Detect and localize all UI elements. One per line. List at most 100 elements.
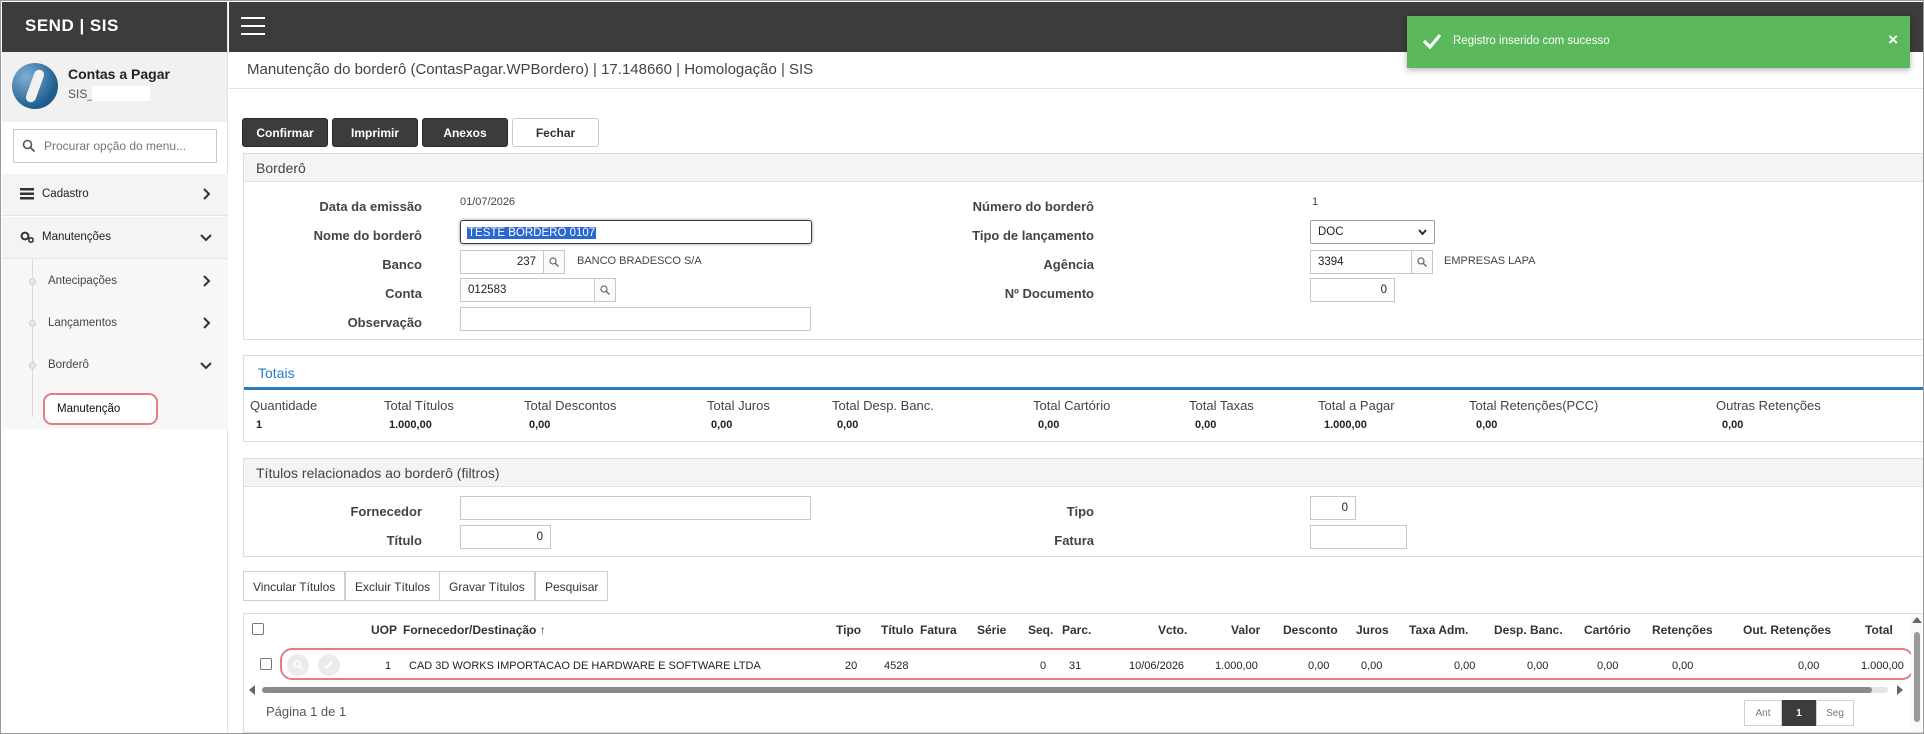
bullet-icon <box>29 362 36 369</box>
cogs-icon <box>20 231 34 243</box>
scroll-thumb[interactable] <box>262 687 1872 693</box>
view-row-button[interactable] <box>287 654 309 676</box>
pesquisar-button[interactable]: Pesquisar <box>535 571 609 601</box>
profile-sub: SIS_ <box>68 87 95 101</box>
scroll-right-icon[interactable] <box>1896 685 1904 695</box>
pager-current-page[interactable]: 1 <box>1782 700 1816 726</box>
scroll-thumb[interactable] <box>1914 632 1920 722</box>
horizontal-scrollbar[interactable] <box>248 684 1904 696</box>
numero-bordero-value: 1 <box>1312 196 1319 208</box>
titulo-input[interactable]: 0 <box>460 525 551 549</box>
vertical-scrollbar[interactable] <box>1911 614 1923 732</box>
total-value: 1 <box>256 419 263 431</box>
menu-search[interactable] <box>13 129 217 163</box>
menu-item-manutencoes[interactable]: Manutenções <box>2 217 228 259</box>
menu-search-input[interactable] <box>44 136 212 156</box>
numero-documento-input[interactable]: 0 <box>1310 278 1395 302</box>
pager-next-button[interactable]: Seg <box>1816 700 1854 726</box>
column-header[interactable]: Fatura <box>920 623 957 637</box>
submenu-label: Borderô <box>48 359 89 371</box>
edit-row-button[interactable] <box>318 654 340 676</box>
column-header[interactable]: Vcto. <box>1158 623 1187 637</box>
select-all-checkbox[interactable] <box>252 623 264 635</box>
chevron-down-icon <box>200 234 212 242</box>
scroll-left-icon[interactable] <box>248 685 256 695</box>
scroll-up-icon[interactable] <box>1912 616 1922 624</box>
total-label: Total Juros <box>707 398 770 413</box>
cell-desconto: 0,00 <box>1308 660 1330 672</box>
banco-codigo-input[interactable]: 237 <box>460 250 544 274</box>
total-value: 0,00 <box>711 419 733 431</box>
row-checkbox[interactable] <box>260 658 272 670</box>
menu-item-manutencao[interactable]: Manutenção <box>43 393 158 425</box>
excluir-titulos-button[interactable]: Excluir Títulos <box>345 571 441 601</box>
cell-taxa-adm: 0,00 <box>1454 660 1476 672</box>
column-header[interactable]: Tipo <box>836 623 861 637</box>
column-header[interactable]: Taxa Adm. <box>1409 623 1468 637</box>
tipo-input[interactable]: 0 <box>1310 496 1356 520</box>
observacao-input[interactable] <box>460 307 811 331</box>
fornecedor-input[interactable] <box>460 496 811 520</box>
tipo-lancamento-select[interactable]: DOC <box>1310 220 1435 244</box>
cell-total: 1.000,00 <box>1861 660 1904 672</box>
vincular-titulos-button[interactable]: Vincular Títulos <box>243 571 346 601</box>
grid-header: UOP Fornecedor/Destinação ↑ Tipo Título … <box>244 614 1923 644</box>
brand-logo[interactable]: SEND | SIS <box>2 2 227 52</box>
column-header[interactable]: Retenções <box>1652 623 1713 637</box>
cell-titulo: 4528 <box>884 660 909 672</box>
redacted-area <box>92 86 150 101</box>
column-header[interactable]: Parc. <box>1062 623 1091 637</box>
totais-tab[interactable]: Totais <box>244 356 1923 390</box>
column-header[interactable]: Cartório <box>1584 623 1631 637</box>
conta-lookup-button[interactable] <box>594 278 616 302</box>
anexos-button[interactable]: Anexos <box>422 118 508 147</box>
chevron-right-icon <box>203 275 211 287</box>
banco-lookup-button[interactable] <box>543 250 565 274</box>
column-header[interactable]: Desp. Banc. <box>1494 623 1563 637</box>
gravar-titulos-button[interactable]: Gravar Títulos <box>439 571 535 601</box>
search-icon <box>293 660 303 670</box>
submenu-item-bordero[interactable]: Borderô <box>2 351 228 381</box>
column-header[interactable]: Valor <box>1231 623 1260 637</box>
field-label: Tipo de lançamento <box>972 228 1094 243</box>
banco-nome-value: BANCO BRADESCO S/A <box>577 255 702 267</box>
cell-out-retencoes: 0,00 <box>1798 660 1820 672</box>
column-header[interactable]: UOP <box>371 623 397 637</box>
submenu-item-antecipacoes[interactable]: Antecipações <box>2 267 228 297</box>
column-header[interactable]: Série <box>977 623 1006 637</box>
submenu-item-lancamentos[interactable]: Lançamentos <box>2 309 228 339</box>
column-header[interactable]: Out. Retenções <box>1743 623 1831 637</box>
total-value: 0,00 <box>1476 419 1498 431</box>
agencia-lookup-button[interactable] <box>1411 250 1433 274</box>
column-header[interactable]: Desconto <box>1283 623 1338 637</box>
column-header[interactable]: Total <box>1865 623 1893 637</box>
cell-fornecedor: CAD 3D WORKS IMPORTACAO DE HARDWARE E SO… <box>409 660 761 672</box>
fatura-input[interactable] <box>1310 525 1407 549</box>
menu-item-cadastro[interactable]: Cadastro <box>2 174 228 216</box>
list-icon <box>20 188 34 200</box>
column-header[interactable]: Fornecedor/Destinação ↑ <box>403 623 546 637</box>
section-title: Totais <box>258 365 295 381</box>
confirmar-button[interactable]: Confirmar <box>242 118 328 147</box>
total-value: 0,00 <box>1038 419 1060 431</box>
total-label: Total a Pagar <box>1318 398 1395 413</box>
field-label: Nome do borderô <box>313 228 422 243</box>
total-label: Total Descontos <box>524 398 617 413</box>
hamburger-menu-icon[interactable] <box>241 17 265 37</box>
imprimir-button[interactable]: Imprimir <box>332 118 418 147</box>
agencia-input[interactable]: 3394 <box>1310 250 1412 274</box>
column-header[interactable]: Título <box>881 623 914 637</box>
pager-prev-button[interactable]: Ant <box>1744 700 1782 726</box>
bullet-icon <box>29 320 36 327</box>
conta-input[interactable]: 012583 <box>460 278 595 302</box>
nome-bordero-input[interactable]: TESTE BORDERO 0107 <box>460 220 812 244</box>
profile-name: Contas a Pagar <box>68 66 170 82</box>
column-header[interactable]: Seq. <box>1028 623 1053 637</box>
close-icon[interactable]: × <box>1888 30 1898 50</box>
fechar-button[interactable]: Fechar <box>512 118 599 147</box>
column-header[interactable]: Juros <box>1356 623 1389 637</box>
submenu-label: Lançamentos <box>48 317 118 329</box>
page-info: Página 1 de 1 <box>266 704 347 719</box>
field-label: Observação <box>347 315 422 330</box>
cell-retencoes: 0,00 <box>1672 660 1694 672</box>
